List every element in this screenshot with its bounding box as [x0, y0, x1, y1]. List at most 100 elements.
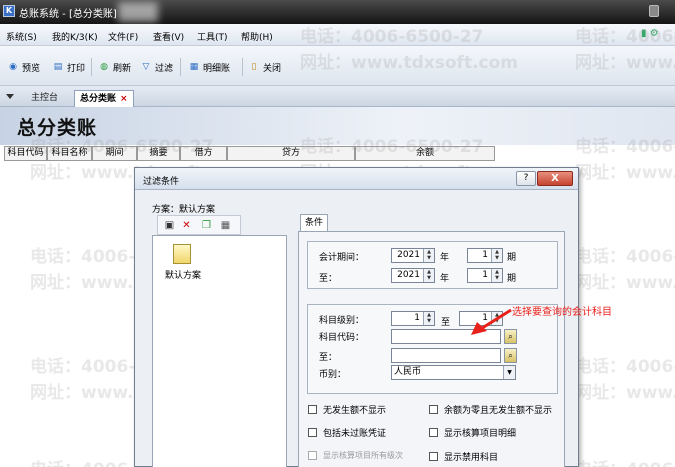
chevron-down-icon[interactable]: [6, 94, 14, 99]
delete-icon[interactable]: ✕: [180, 219, 193, 232]
option-hide-zero-balance[interactable]: 余额为零且无发生额不显示: [429, 403, 552, 416]
level-from-stepper[interactable]: 1 ▲ ▼: [391, 311, 435, 326]
tab-condition[interactable]: 条件: [300, 214, 329, 232]
grid-icon[interactable]: ▦: [219, 219, 232, 232]
tab-console[interactable]: 主控台: [26, 90, 63, 107]
scheme-item-default[interactable]: 默认方案: [165, 268, 201, 281]
refresh-button[interactable]: ◍ 刷新: [98, 59, 131, 75]
year-unit-label: 年: [440, 253, 450, 263]
stepper-arrows-icon[interactable]: ▲ ▼: [423, 249, 434, 262]
watermark-site: 网址：www.tdxsoft.com: [575, 383, 675, 403]
option-show-item-detail[interactable]: 显示核算项目明细: [429, 426, 516, 439]
period-from-period-stepper[interactable]: 1 ▲ ▼: [467, 248, 503, 263]
menu-view[interactable]: 查看(V): [153, 30, 184, 43]
option-include-unposted[interactable]: 包括未过账凭证: [308, 426, 386, 439]
print-button[interactable]: ▤ 打印: [52, 59, 85, 75]
preview-label: 预览: [22, 63, 41, 74]
year-unit-label: 年: [440, 274, 450, 284]
period-from-year-stepper[interactable]: 2021 ▲ ▼: [391, 248, 435, 263]
menu-file[interactable]: 文件(F): [108, 30, 138, 43]
currency-value: 人民币: [394, 367, 422, 377]
checkbox[interactable]: [429, 405, 438, 414]
filter-label: 过滤: [155, 63, 174, 74]
close-icon[interactable]: ×: [120, 94, 128, 104]
column-header-debit[interactable]: 借方: [180, 146, 227, 161]
toolbar-divider: [242, 58, 243, 76]
period-to-period-stepper[interactable]: 1 ▲ ▼: [467, 268, 503, 283]
report-banner: [0, 107, 675, 145]
dialog-close-button[interactable]: X: [537, 171, 573, 186]
filter-button[interactable]: ▽ 过滤: [140, 59, 173, 75]
scheme-file-icon[interactable]: [173, 244, 191, 264]
copy-icon[interactable]: ❐: [200, 219, 213, 232]
column-header-credit[interactable]: 贷方: [227, 146, 355, 161]
option-label: 包括未过账凭证: [323, 429, 387, 439]
close-label: 关闭: [263, 63, 282, 74]
menu-system[interactable]: 系统(S): [6, 30, 37, 43]
option-label: 余额为零且无发生额不显示: [444, 406, 553, 416]
app-icon: K: [3, 5, 15, 17]
preview-button[interactable]: ◉ 预览: [7, 59, 40, 75]
option-label: 无发生额不显示: [323, 406, 387, 416]
period-unit-label: 期: [507, 274, 517, 284]
column-header-period[interactable]: 期间: [92, 146, 137, 161]
save-icon[interactable]: ▣: [163, 219, 176, 232]
currency-select[interactable]: 人民币 ▼: [391, 365, 516, 380]
checkbox[interactable]: [429, 428, 438, 437]
period-to-year-stepper[interactable]: 2021 ▲ ▼: [391, 268, 435, 283]
scheme-list: 默认方案: [152, 235, 287, 467]
watermark-site: 网址：www.tdxsoft.com: [575, 273, 675, 293]
option-label: 显示禁用科目: [444, 453, 499, 463]
account-code-to-input[interactable]: [391, 348, 501, 363]
column-header-balance[interactable]: 余额: [355, 146, 495, 161]
chevron-down-icon[interactable]: ▼: [503, 366, 515, 379]
stepper-arrows-icon[interactable]: ▲ ▼: [491, 269, 502, 282]
level-from-value: 1: [414, 313, 420, 323]
status-icons[interactable]: ▮ ⚙: [641, 28, 659, 39]
column-header-account-code[interactable]: 科目代码: [4, 146, 47, 161]
detail-ledger-label: 明细账: [203, 63, 231, 74]
watermark-site: 网址：www.tdxsoft.com: [575, 163, 675, 183]
option-show-disabled-accounts[interactable]: 显示禁用科目: [429, 450, 498, 463]
account-code-to-label: 至：: [319, 353, 338, 363]
column-header-account-name[interactable]: 科目名称: [47, 146, 92, 161]
window-control-button[interactable]: [649, 5, 659, 17]
exit-icon: ▯: [251, 62, 257, 72]
close-button[interactable]: ▯ 关闭: [248, 59, 282, 75]
stepper-arrows-icon[interactable]: ▲ ▼: [423, 312, 434, 325]
scheme-toolbar: ▣ ✕ ❐ ▦: [157, 215, 241, 235]
checkbox[interactable]: [308, 428, 317, 437]
period-to-label: 至：: [319, 274, 338, 284]
ledger-icon: ▦: [189, 62, 199, 72]
period-to-period-value: 1: [482, 270, 488, 280]
currency-label: 币别：: [319, 370, 347, 380]
window-title: 总账系统 - [总分类账]: [19, 9, 117, 20]
option-label: 显示核算项目所有级次: [323, 451, 403, 460]
help-button[interactable]: ?: [516, 171, 536, 186]
checkbox[interactable]: [308, 405, 317, 414]
menu-help[interactable]: 帮助(H): [241, 30, 273, 43]
stepper-arrows-icon[interactable]: ▲ ▼: [491, 249, 502, 262]
menu-tools[interactable]: 工具(T): [197, 30, 228, 43]
title-glow: [118, 2, 158, 22]
option-show-all-levels: 显示核算项目所有级次: [308, 450, 403, 461]
column-header-summary[interactable]: 摘要: [137, 146, 180, 161]
period-from-period-value: 1: [482, 250, 488, 260]
detail-ledger-button[interactable]: ▦ 明细账: [188, 59, 230, 75]
print-label: 打印: [67, 63, 86, 74]
checkbox[interactable]: [429, 452, 438, 461]
condition-panel: 会计期间： 2021 ▲ ▼ 年 1 ▲ ▼ 期 至： 2021 ▲ ▼ 年 1 ▲ ▼…: [298, 231, 565, 467]
period-from-year-value: 2021: [397, 250, 420, 260]
watermark-phone: 电话：4006-6500-27: [575, 247, 675, 267]
option-hide-no-amount[interactable]: 无发生额不显示: [308, 403, 386, 416]
option-label: 显示核算项目明细: [444, 429, 517, 439]
menu-my-k3[interactable]: 我的K/3(K): [52, 30, 98, 43]
watermark-phone: 电话：4006-6500-27: [575, 455, 675, 467]
stepper-arrows-icon[interactable]: ▲ ▼: [423, 269, 434, 282]
level-to-label: 至: [441, 318, 451, 328]
watermark-phone: 电话：4006-6500-27: [575, 357, 675, 377]
dialog-title-bar[interactable]: 过滤条件 ? X: [135, 168, 578, 190]
tab-general-ledger[interactable]: 总分类账 ×: [74, 90, 134, 107]
level-label: 科目级别：: [319, 316, 365, 326]
account-code-to-picker[interactable]: ⌕: [504, 348, 517, 363]
